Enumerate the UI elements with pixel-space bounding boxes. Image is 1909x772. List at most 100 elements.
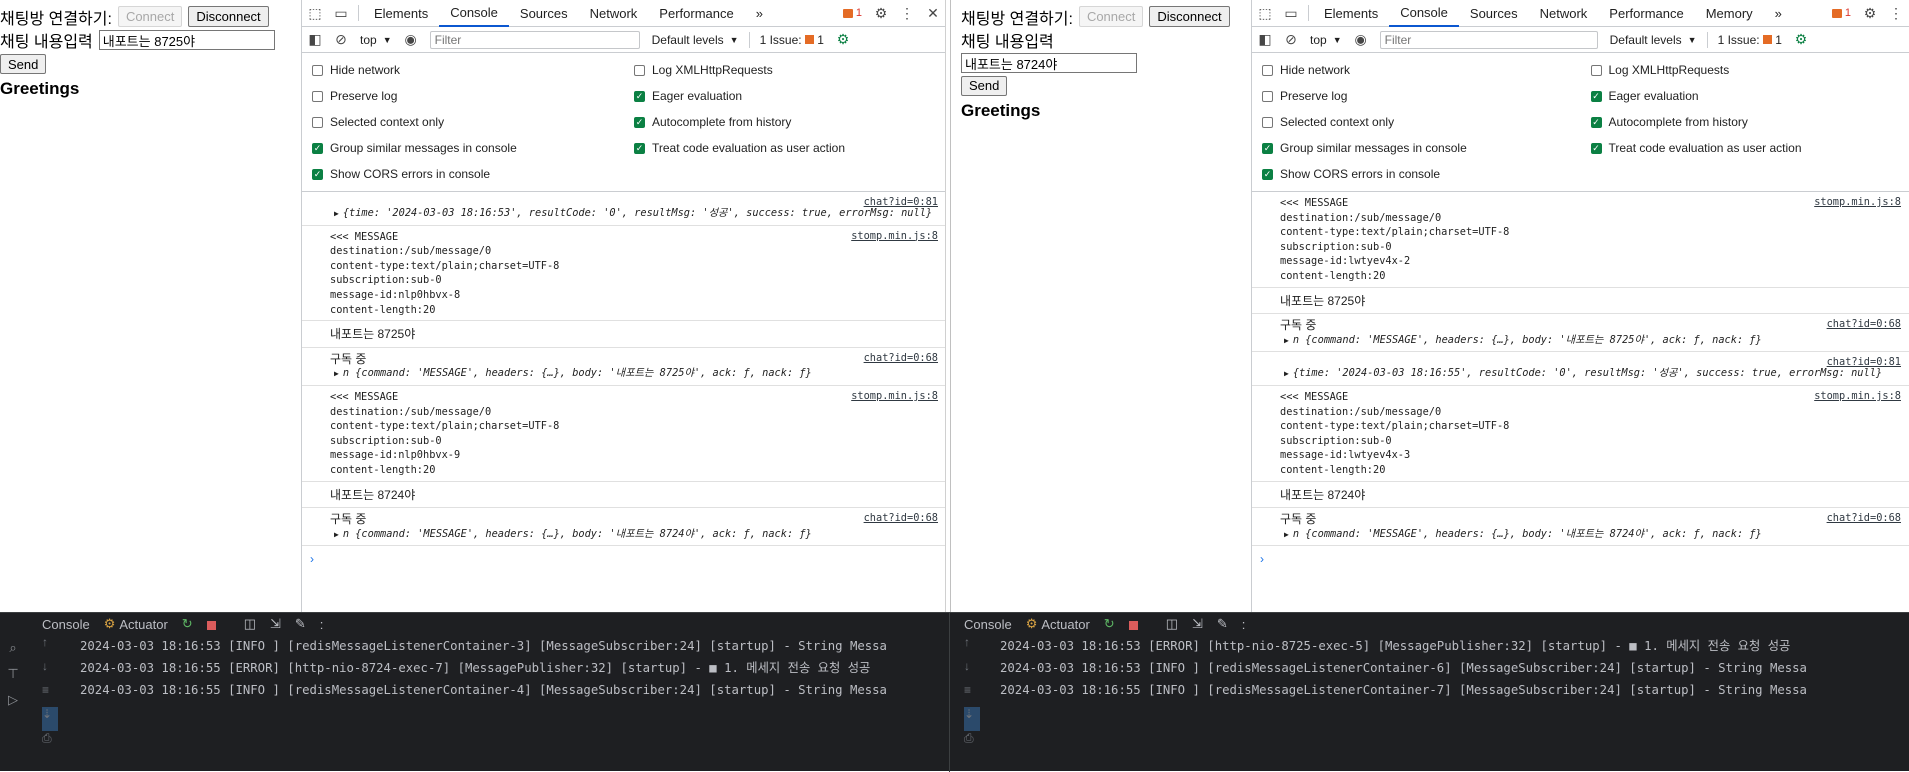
checkbox[interactable]: ✓: [312, 169, 323, 180]
setting-option[interactable]: Hide network: [302, 57, 624, 83]
expand-triangle-icon[interactable]: ▶: [1284, 336, 1289, 345]
context-select[interactable]: top▼: [1304, 27, 1348, 53]
clear-console-icon[interactable]: ⊘: [328, 26, 354, 53]
disconnect-button[interactable]: Disconnect: [188, 6, 268, 27]
setting-option[interactable]: ✓Autocomplete from history: [1581, 109, 1909, 135]
source-link[interactable]: chat?id=0:68: [1827, 511, 1901, 526]
issues-button[interactable]: 1 Issue: 1: [754, 27, 830, 53]
object-preview[interactable]: ▶n {command: 'MESSAGE', headers: {…}, bo…: [1280, 333, 1901, 349]
scroll-down-icon[interactable]: ↓: [42, 659, 58, 683]
issues-button[interactable]: 1 Issue: 1: [1712, 27, 1788, 53]
object-preview[interactable]: ▶{time: '2024-03-03 18:16:53', resultCod…: [330, 206, 938, 222]
checkbox[interactable]: [1591, 65, 1602, 76]
setting-option[interactable]: ✓Treat code evaluation as user action: [624, 135, 946, 161]
stop-icon[interactable]: [1129, 617, 1152, 632]
checkbox[interactable]: ✓: [634, 143, 645, 154]
checkbox[interactable]: ✓: [1591, 143, 1602, 154]
scroll-end-icon[interactable]: ⇣: [42, 707, 58, 731]
object-preview[interactable]: ▶n {command: 'MESSAGE', headers: {…}, bo…: [330, 527, 938, 543]
tab-sources[interactable]: Sources: [509, 0, 579, 27]
rerun-icon[interactable]: ↻: [182, 616, 193, 632]
checkbox[interactable]: [1262, 117, 1273, 128]
soft-wrap-icon[interactable]: ≡: [42, 683, 58, 707]
console-settings-gear-icon[interactable]: ⚙: [1788, 26, 1814, 53]
object-preview[interactable]: ▶n {command: 'MESSAGE', headers: {…}, bo…: [1280, 527, 1901, 543]
send-button[interactable]: Send: [961, 76, 1007, 96]
log-levels-select[interactable]: Default levels▼: [1604, 27, 1703, 53]
pin-icon[interactable]: ⊤: [0, 661, 26, 687]
more-options-icon[interactable]: ⋮: [894, 0, 920, 27]
setting-option[interactable]: Log XMLHttpRequests: [624, 57, 946, 83]
stop-icon[interactable]: [207, 617, 230, 632]
checkbox[interactable]: ✓: [1591, 117, 1602, 128]
search-icon[interactable]: ⌕: [0, 635, 26, 661]
ide-tab-actuator[interactable]: Actuator: [1041, 617, 1089, 632]
checkbox[interactable]: ✓: [312, 143, 323, 154]
tab-console[interactable]: Console: [1389, 0, 1459, 27]
setting-option[interactable]: Log XMLHttpRequests: [1581, 57, 1909, 83]
disconnect-button[interactable]: Disconnect: [1149, 6, 1229, 27]
setting-option[interactable]: Preserve log: [302, 83, 624, 109]
connect-button[interactable]: Connect: [118, 6, 182, 27]
console-prompt[interactable]: ›: [302, 546, 946, 572]
inspect-element-icon[interactable]: ⬚: [1252, 0, 1278, 27]
device-toolbar-icon[interactable]: ▭: [1278, 0, 1304, 27]
print-icon[interactable]: ⎙: [964, 731, 980, 755]
expand-triangle-icon[interactable]: ▶: [1284, 530, 1289, 539]
edit-icon[interactable]: ✎: [1217, 616, 1228, 632]
checkbox[interactable]: [312, 91, 323, 102]
setting-option[interactable]: Hide network: [1252, 57, 1581, 83]
source-link[interactable]: chat?id=0:68: [864, 351, 938, 366]
connect-button[interactable]: Connect: [1079, 6, 1143, 27]
more-icon[interactable]: :: [320, 617, 324, 632]
tab-sources[interactable]: Sources: [1459, 0, 1529, 27]
ide-tab-console[interactable]: Console: [964, 617, 1012, 632]
more-tabs-button[interactable]: »: [745, 0, 774, 27]
more-options-icon[interactable]: ⋮: [1883, 0, 1909, 27]
tab-memory[interactable]: Memory: [1695, 0, 1764, 27]
object-preview[interactable]: ▶{time: '2024-03-03 18:16:55', resultCod…: [1280, 366, 1901, 382]
filter-input[interactable]: [430, 31, 640, 49]
export-icon[interactable]: ⇲: [1192, 616, 1203, 632]
tab-console[interactable]: Console: [439, 0, 509, 27]
error-badge[interactable]: 1: [843, 7, 862, 19]
tab-performance[interactable]: Performance: [648, 0, 744, 27]
setting-option[interactable]: Preserve log: [1252, 83, 1581, 109]
tab-network[interactable]: Network: [579, 0, 649, 27]
scroll-end-icon[interactable]: ⇣: [964, 707, 980, 731]
setting-option[interactable]: ✓Group similar messages in console: [1252, 135, 1581, 161]
setting-option[interactable]: ✓Treat code evaluation as user action: [1581, 135, 1909, 161]
message-input[interactable]: [99, 30, 275, 50]
send-button[interactable]: Send: [0, 54, 46, 74]
expand-triangle-icon[interactable]: ▶: [1284, 369, 1289, 378]
live-expression-eye-icon[interactable]: ◉: [1348, 26, 1374, 53]
message-input[interactable]: [961, 53, 1137, 73]
setting-option[interactable]: ✓Eager evaluation: [1581, 83, 1909, 109]
tab-performance[interactable]: Performance: [1598, 0, 1694, 27]
edit-icon[interactable]: ✎: [295, 616, 306, 632]
expand-triangle-icon[interactable]: ▶: [334, 530, 339, 539]
checkbox[interactable]: ✓: [634, 91, 645, 102]
log-levels-select[interactable]: Default levels▼: [646, 27, 745, 53]
filter-input[interactable]: [1380, 31, 1598, 49]
error-badge[interactable]: 1: [1832, 7, 1851, 19]
camera-icon[interactable]: ◫: [244, 616, 256, 632]
more-tabs-button[interactable]: »: [1764, 0, 1793, 27]
checkbox[interactable]: ✓: [634, 117, 645, 128]
export-icon[interactable]: ⇲: [270, 616, 281, 632]
settings-gear-icon[interactable]: ⚙: [868, 0, 894, 27]
settings-gear-icon[interactable]: ⚙: [1857, 0, 1883, 27]
setting-option[interactable]: ✓Group similar messages in console: [302, 135, 624, 161]
source-link[interactable]: stomp.min.js:8: [1814, 195, 1901, 210]
tab-network[interactable]: Network: [1529, 0, 1599, 27]
camera-icon[interactable]: ◫: [1166, 616, 1178, 632]
context-select[interactable]: top▼: [354, 27, 398, 53]
more-icon[interactable]: :: [1242, 617, 1246, 632]
expand-triangle-icon[interactable]: ▶: [334, 209, 339, 218]
checkbox[interactable]: [312, 117, 323, 128]
setting-option[interactable]: Selected context only: [1252, 109, 1581, 135]
console-prompt[interactable]: ›: [1252, 546, 1909, 572]
source-link[interactable]: stomp.min.js:8: [851, 389, 938, 404]
checkbox[interactable]: [312, 65, 323, 76]
sidebar-toggle-icon[interactable]: ◧: [302, 26, 328, 53]
